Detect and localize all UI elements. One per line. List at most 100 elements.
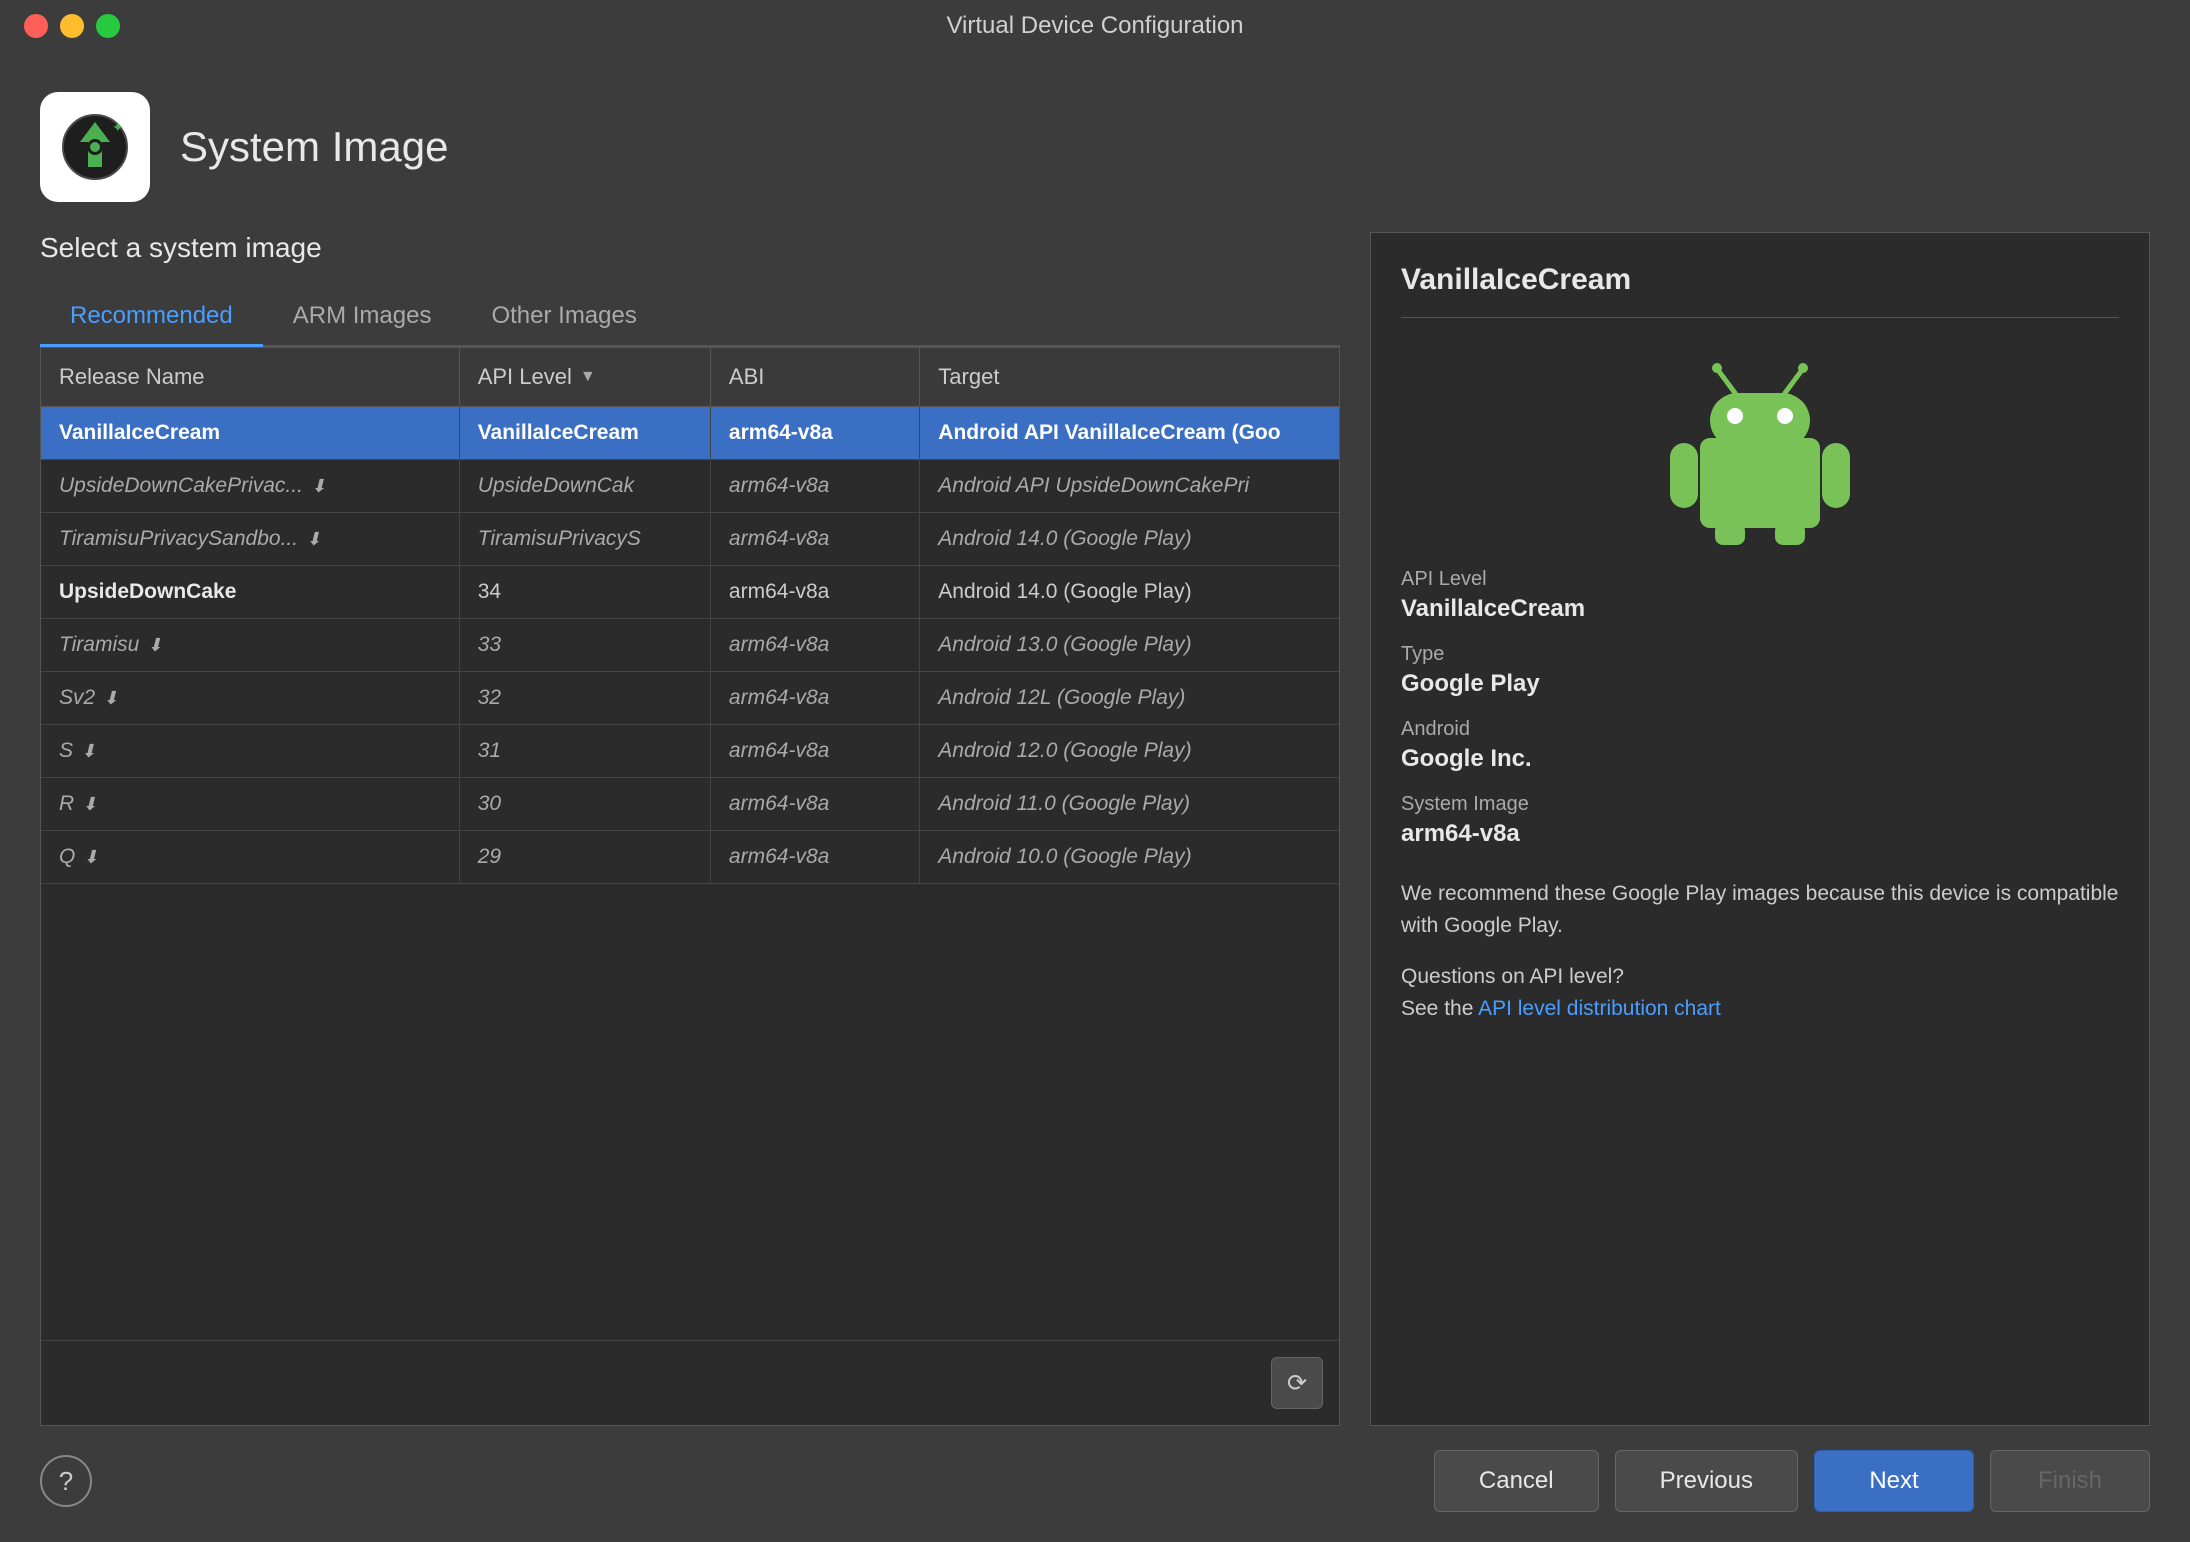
cell-abi: arm64-v8a [711,778,920,830]
cell-api-level: 30 [460,778,711,830]
cell-target: Android API VanillaIceCream (Goo [920,407,1339,459]
tab-recommended[interactable]: Recommended [40,288,263,347]
bottom-bar: ? Cancel Previous Next Finish [40,1426,2150,1542]
table-footer: ⟳ [41,1340,1339,1425]
cell-abi: arm64-v8a [711,672,920,724]
table-row[interactable]: R ⬇ 30 arm64-v8a Android 11.0 (Google Pl… [41,778,1339,831]
previous-button[interactable]: Previous [1615,1450,1798,1512]
android-robot-image [1660,348,1860,548]
cell-api-level: 29 [460,831,711,883]
cell-target: Android 11.0 (Google Play) [920,778,1339,830]
download-icon: ⬇ [311,476,326,497]
cell-abi: arm64-v8a [711,407,920,459]
cell-release-name: R ⬇ [41,778,460,830]
help-button[interactable]: ? [40,1455,92,1507]
maximize-button[interactable] [96,14,120,38]
cell-target: Android 12L (Google Play) [920,672,1339,724]
android-value: Google Inc. [1401,745,2119,773]
cell-api-level: VanillaIceCream [460,407,711,459]
table-row[interactable]: Sv2 ⬇ 32 arm64-v8a Android 12L (Google P… [41,672,1339,725]
cell-release-name: UpsideDownCake [41,566,460,618]
detail-android: Android Google Inc. [1401,718,2119,773]
api-level-info: Questions on API level? See the API leve… [1401,961,2119,1024]
col-abi[interactable]: ABI [711,348,920,406]
table-body: VanillaIceCream VanillaIceCream arm64-v8… [41,407,1339,1340]
table-row[interactable]: VanillaIceCream VanillaIceCream arm64-v8… [41,407,1339,460]
window-title: Virtual Device Configuration [946,12,1243,40]
tab-arm-images[interactable]: ARM Images [263,288,462,347]
cell-api-level: 32 [460,672,711,724]
api-level-value: VanillaIceCream [1401,595,2119,623]
cell-release-name: Sv2 ⬇ [41,672,460,724]
detail-panel: VanillaIceCream [1370,232,2150,1426]
app-icon: ✦ [40,92,150,202]
minimize-button[interactable] [60,14,84,38]
cell-abi: arm64-v8a [711,566,920,618]
main-window: ✦ System Image Select a system image Rec… [0,52,2190,1542]
page-header: ✦ System Image [40,52,2150,232]
table-row[interactable]: Q ⬇ 29 arm64-v8a Android 10.0 (Google Pl… [41,831,1339,884]
next-button[interactable]: Next [1814,1450,1974,1512]
content-area: Select a system image Recommended ARM Im… [40,232,2150,1426]
cell-release-name: TiramisuPrivacySandbo... ⬇ [41,513,460,565]
finish-button[interactable]: Finish [1990,1450,2150,1512]
cell-target: Android API UpsideDownCakePri [920,460,1339,512]
cell-api-level: 33 [460,619,711,671]
cell-release-name: VanillaIceCream [41,407,460,459]
cell-abi: arm64-v8a [711,831,920,883]
system-image-label: System Image [1401,793,2119,816]
api-question: Questions on API level? [1401,965,1624,988]
download-icon: ⬇ [83,847,98,868]
svg-text:✦: ✦ [112,119,124,135]
table-row[interactable]: Tiramisu ⬇ 33 arm64-v8a Android 13.0 (Go… [41,619,1339,672]
table-row[interactable]: UpsideDownCake 34 arm64-v8a Android 14.0… [41,566,1339,619]
type-value: Google Play [1401,670,2119,698]
sort-icon: ▼ [580,368,596,386]
cell-abi: arm64-v8a [711,619,920,671]
cell-target: Android 14.0 (Google Play) [920,566,1339,618]
detail-grid: API Level VanillaIceCream Type Google Pl… [1401,568,2119,848]
refresh-button[interactable]: ⟳ [1271,1357,1323,1409]
api-distribution-link[interactable]: API level distribution chart [1478,997,1721,1020]
cell-target: Android 13.0 (Google Play) [920,619,1339,671]
detail-api-level: API Level VanillaIceCream [1401,568,2119,623]
cell-api-level: 34 [460,566,711,618]
cell-abi: arm64-v8a [711,725,920,777]
page-title: System Image [180,123,448,171]
detail-title: VanillaIceCream [1401,263,2119,318]
tab-bar: Recommended ARM Images Other Images [40,288,1340,347]
close-button[interactable] [24,14,48,38]
detail-type: Type Google Play [1401,643,2119,698]
api-level-label: API Level [1401,568,2119,591]
col-release-name[interactable]: Release Name [41,348,460,406]
table-row[interactable]: TiramisuPrivacySandbo... ⬇ TiramisuPriva… [41,513,1339,566]
api-see-text: See the [1401,997,1478,1020]
cell-target: Android 10.0 (Google Play) [920,831,1339,883]
recommendation-text: We recommend these Google Play images be… [1401,878,2119,941]
type-label: Type [1401,643,2119,666]
cell-release-name: S ⬇ [41,725,460,777]
titlebar: Virtual Device Configuration [0,0,2190,52]
table-row[interactable]: UpsideDownCakePrivac... ⬇ UpsideDownCak … [41,460,1339,513]
cell-target: Android 14.0 (Google Play) [920,513,1339,565]
system-image-value: arm64-v8a [1401,820,2119,848]
android-label: Android [1401,718,2119,741]
window-controls [24,14,120,38]
cell-api-level: UpsideDownCak [460,460,711,512]
cell-release-name: UpsideDownCakePrivac... ⬇ [41,460,460,512]
cancel-button[interactable]: Cancel [1434,1450,1599,1512]
table-header: Release Name API Level ▼ ABI Target [41,348,1339,407]
system-image-table: Release Name API Level ▼ ABI Target [40,347,1340,1426]
cell-abi: arm64-v8a [711,513,920,565]
download-icon: ⬇ [82,794,97,815]
download-icon: ⬇ [306,529,321,550]
section-title: Select a system image [40,232,1340,264]
col-target[interactable]: Target [920,348,1339,406]
tab-other-images[interactable]: Other Images [461,288,666,347]
cell-abi: arm64-v8a [711,460,920,512]
cell-release-name: Q ⬇ [41,831,460,883]
table-row[interactable]: S ⬇ 31 arm64-v8a Android 12.0 (Google Pl… [41,725,1339,778]
col-api-level[interactable]: API Level ▼ [460,348,711,406]
download-icon: ⬇ [147,635,162,656]
android-studio-icon: ✦ [60,112,130,182]
